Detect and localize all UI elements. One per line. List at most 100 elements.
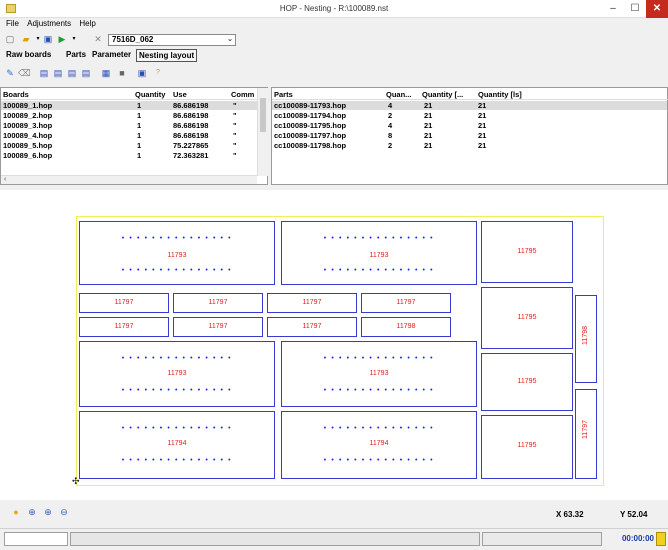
- part-11798[interactable]: 11798: [575, 295, 597, 383]
- scroll-thumb[interactable]: [260, 98, 266, 132]
- board-use: 86.686198: [173, 101, 209, 110]
- part-11794[interactable]: • • • • • • • • • • • • • • • 11794 • • …: [79, 411, 275, 479]
- board-name: 100089_1.hop: [3, 101, 53, 110]
- part-11797[interactable]: 11797: [79, 317, 169, 337]
- print-labels-icon[interactable]: ▤: [66, 67, 78, 79]
- part-11793[interactable]: • • • • • • • • • • • • • • • 11793 • • …: [79, 341, 275, 407]
- part-label: 11797: [302, 323, 322, 330]
- board-quantity: 1: [137, 121, 142, 130]
- table-row[interactable]: cc100089-11797.hop 8 21 21: [272, 131, 667, 140]
- part-11797[interactable]: 11797: [361, 293, 451, 313]
- part-label: 11795: [517, 442, 537, 449]
- board-use: 72.363281: [173, 151, 209, 160]
- boards-vertical-scrollbar[interactable]: [257, 88, 268, 176]
- part-label: 11795: [517, 378, 537, 385]
- table-row[interactable]: 100089_5.hop 1 75.227865 ": [1, 141, 257, 150]
- tab-raw-boards[interactable]: Raw boards: [4, 49, 53, 62]
- parts-list[interactable]: Parts Quan... Quantity [... Quantity [ls…: [271, 87, 668, 185]
- col-use[interactable]: Use: [173, 90, 187, 99]
- tab-parameter[interactable]: Parameter: [90, 49, 133, 62]
- board-name: 100089_3.hop: [3, 121, 53, 130]
- erase-tool-icon[interactable]: ⌫: [18, 67, 31, 79]
- part-11795[interactable]: 11795: [481, 287, 573, 349]
- board-comment: ": [233, 101, 237, 110]
- table-row[interactable]: cc100089-11794.hop 2 21 21: [272, 111, 667, 120]
- drill-holes: • • • • • • • • • • • • • • •: [121, 235, 233, 242]
- part-11795[interactable]: 11795: [481, 415, 573, 479]
- zoom-in-icon[interactable]: ⊕: [26, 506, 38, 518]
- col-quantity[interactable]: Quantity: [135, 90, 165, 99]
- print-all-icon[interactable]: ▤: [52, 67, 64, 79]
- part-quantity-l: 21: [424, 131, 433, 140]
- lightbulb-icon[interactable]: ●: [10, 506, 22, 518]
- part-11794[interactable]: • • • • • • • • • • • • • • • 11794 • • …: [281, 411, 477, 479]
- part-11798[interactable]: 11798: [361, 317, 451, 337]
- part-label: 11794: [167, 440, 187, 447]
- table-row[interactable]: 100089_3.hop 1 86.686198 ": [1, 121, 257, 130]
- table-row[interactable]: 100089_4.hop 1 86.686198 ": [1, 131, 257, 140]
- boards-horizontal-scrollbar[interactable]: ‹: [1, 175, 257, 184]
- table-row[interactable]: cc100089-11795.hop 4 21 21: [272, 121, 667, 130]
- save-icon[interactable]: ▣: [42, 33, 54, 45]
- drill-holes: • • • • • • • • • • • • • • •: [121, 425, 233, 432]
- part-11793[interactable]: • • • • • • • • • • • • • • • 11793 • • …: [281, 341, 477, 407]
- tab-parts[interactable]: Parts: [64, 49, 88, 62]
- col-part-quantity-ls[interactable]: Quantity [ls]: [478, 90, 522, 99]
- table-row[interactable]: 100089_1.hop 1 86.686198 ": [1, 101, 257, 110]
- new-file-icon[interactable]: ▢: [4, 33, 16, 45]
- menu-adjustments[interactable]: Adjustments: [27, 19, 71, 28]
- menu-help[interactable]: Help: [79, 19, 95, 28]
- select-tool-icon[interactable]: ✎: [4, 67, 16, 79]
- run-dropdown-icon[interactable]: ▾: [68, 33, 80, 45]
- boards-list[interactable]: Boards Quantity Use Comm 100089_1.hop 1 …: [0, 87, 269, 185]
- table-row[interactable]: cc100089-11798.hop 2 21 21: [272, 141, 667, 150]
- part-11797[interactable]: 11797: [267, 293, 357, 313]
- part-11797[interactable]: 11797: [173, 317, 263, 337]
- part-11795[interactable]: 11795: [481, 353, 573, 411]
- part-11797[interactable]: 11797: [267, 317, 357, 337]
- delete-icon[interactable]: ✕: [92, 33, 104, 45]
- menu-file[interactable]: File: [6, 19, 19, 28]
- col-part-quantity[interactable]: Quan...: [386, 90, 411, 99]
- window-icon[interactable]: ▣: [136, 67, 148, 79]
- print-report-icon[interactable]: ▤: [80, 67, 92, 79]
- open-folder-icon[interactable]: ▰: [20, 33, 32, 45]
- stop-icon[interactable]: ■: [116, 67, 128, 79]
- part-11797[interactable]: 11797: [79, 293, 169, 313]
- export-icon[interactable]: ▦: [100, 67, 112, 79]
- col-parts[interactable]: Parts: [274, 90, 293, 99]
- drill-holes: • • • • • • • • • • • • • • •: [323, 235, 435, 242]
- part-quantity-l: 21: [424, 121, 433, 130]
- col-comment[interactable]: Comm: [231, 90, 254, 99]
- table-row[interactable]: 100089_2.hop 1 86.686198 ": [1, 111, 257, 120]
- part-name: cc100089-11795.hop: [274, 121, 347, 130]
- col-boards[interactable]: Boards: [3, 90, 29, 99]
- part-label: 11793: [369, 252, 389, 259]
- part-11797[interactable]: 11797: [173, 293, 263, 313]
- part-11793[interactable]: • • • • • • • • • • • • • • • 11793 • • …: [281, 221, 477, 285]
- board-use: 75.227865: [173, 141, 209, 150]
- tab-nesting-layout[interactable]: Nesting layout: [136, 49, 198, 62]
- col-part-quantity-l[interactable]: Quantity [...: [422, 90, 463, 99]
- table-row[interactable]: 100089_6.hop 1 72.363281 ": [1, 151, 257, 160]
- board-use: 86.686198: [173, 111, 209, 120]
- print-icon[interactable]: ▤: [38, 67, 50, 79]
- close-button[interactable]: ✕: [646, 0, 668, 18]
- part-11797[interactable]: 11797: [575, 389, 597, 479]
- part-quantity-ls: 21: [478, 111, 487, 120]
- board-quantity: 1: [137, 131, 142, 140]
- part-11793[interactable]: • • • • • • • • • • • • • • • 11793 • • …: [79, 221, 275, 285]
- window-title: HOP - Nesting - R:\100089.nst: [279, 4, 389, 13]
- run-icon[interactable]: ▶: [56, 33, 68, 45]
- drill-holes: • • • • • • • • • • • • • • •: [323, 355, 435, 362]
- zoom-fit-icon[interactable]: ⊕: [42, 506, 54, 518]
- table-row[interactable]: cc100089-11793.hop 4 21 21: [272, 101, 667, 110]
- minimize-button[interactable]: –: [602, 0, 624, 18]
- maximize-button[interactable]: ☐: [624, 0, 646, 18]
- profile-select[interactable]: 7516D_062 ⌄: [108, 34, 236, 46]
- layout-toolbar: ✎ ⌫ ▤ ▤ ▤ ▤ ▦ ■ ▣ ?: [4, 67, 214, 83]
- help-icon[interactable]: ?: [152, 67, 164, 79]
- scroll-left-icon[interactable]: ‹: [4, 176, 6, 184]
- zoom-out-icon[interactable]: ⊖: [58, 506, 70, 518]
- part-11795[interactable]: 11795: [481, 221, 573, 283]
